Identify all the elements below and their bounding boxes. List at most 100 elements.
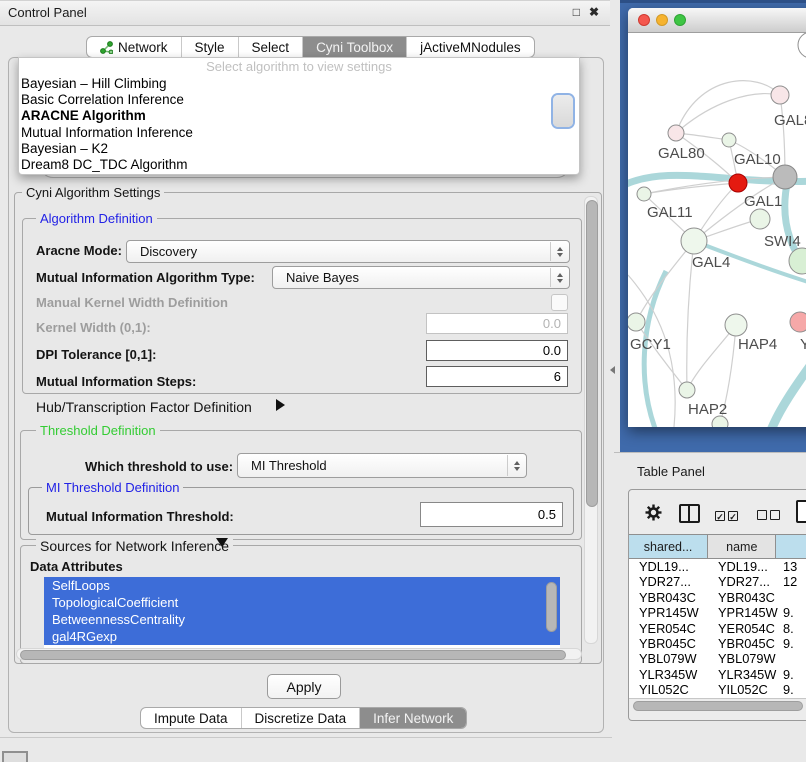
tab-style[interactable]: Style [181,37,238,57]
columns-icon[interactable] [679,504,700,523]
table-row[interactable]: YBR043CYBR043C [629,590,806,605]
tab-select[interactable]: Select [238,37,303,57]
node-gal11[interactable] [637,187,651,201]
table-cell: YIL052C [629,682,709,697]
column-header[interactable] [776,535,806,558]
table-row[interactable]: YBL079WYBL079W [629,651,806,666]
table-row[interactable]: YPR145WYPR145W9. [629,605,806,620]
algorithm-option[interactable]: Basic Correlation Inference [19,92,579,108]
node-labels: GAL8 GAL80 GAL10 GAL1 GAL11 GAL4 SWI4 GC… [630,112,806,418]
which-threshold-label: Which threshold to use: [85,459,233,474]
sources-collapse-icon[interactable] [216,538,228,547]
column-header[interactable]: shared... [629,535,708,558]
zoom-traffic-light-icon[interactable] [674,14,686,26]
tab-infer-network[interactable]: Infer Network [359,708,466,728]
control-panel-title: Control Panel [8,5,87,20]
node-label: HAP2 [688,401,727,418]
settings-vscrollbar-thumb[interactable] [586,200,598,507]
node-gal80[interactable] [668,125,684,141]
table-cell: 9. [778,667,806,682]
gear-icon[interactable] [645,504,662,521]
tab-label: Style [195,40,225,55]
table-cell: 8. [778,621,806,636]
node-gray[interactable] [773,165,797,189]
table-row[interactable]: YBR045CYBR045C9. [629,636,806,651]
algorithm-option[interactable]: Bayesian – Hill Climbing [19,76,579,92]
hub-definition-label[interactable]: Hub/Transcription Factor Definition [36,399,252,415]
which-threshold-combo[interactable]: MI Threshold [237,453,527,478]
minimize-traffic-light-icon[interactable] [656,14,668,26]
minimized-panel-icon[interactable] [2,751,28,762]
node-gcy1[interactable] [628,313,645,331]
table-cell: YDR27... [629,574,709,589]
aracne-mode-label: Aracne Mode: [36,243,122,258]
attribute-list-scrollbar[interactable] [546,582,557,632]
table-row[interactable]: YIL052CYIL052C9. [629,682,806,697]
apply-button[interactable]: Apply [267,674,341,699]
close-traffic-light-icon[interactable] [638,14,650,26]
network-canvas[interactable]: GAL8 GAL80 GAL10 GAL1 GAL11 GAL4 SWI4 GC… [628,33,806,427]
table-row[interactable]: YLR345WYLR345W9. [629,667,806,682]
attribute-item[interactable]: TopologicalCoefficient [44,594,560,611]
table-hscrollbar-track[interactable] [629,698,806,712]
algorithm-dropdown-list: Bayesian – Hill ClimbingBasic Correlatio… [19,76,579,173]
tab-cyni-toolbox[interactable]: Cyni Toolbox [302,37,406,57]
aracne-mode-combo[interactable]: Discovery [126,240,570,263]
table-row[interactable]: YDL19...YDL19...13 [629,559,806,574]
node-label: GAL8 [774,112,806,129]
table-box: ✓✓ shared... name YDL19...YDL19...13YDR2… [628,489,806,721]
bottom-tab-bar: Impute Data Discretize Data Infer Networ… [140,707,467,729]
node-gal10[interactable] [722,133,736,147]
node-hap2[interactable] [679,382,695,398]
table-cell: 9. [778,636,806,651]
float-window-icon[interactable]: □ [573,5,580,19]
node-gal1[interactable] [750,209,770,229]
table-row[interactable]: YER054CYER054C8. [629,621,806,636]
dpi-tolerance-field[interactable]: 0.0 [426,340,568,361]
control-panel-titlebar: Control Panel □ ✖ [0,0,610,26]
mi-threshold-field[interactable]: 0.5 [420,502,563,527]
attribute-item[interactable]: BetweennessCentrality [44,611,560,628]
hub-expand-icon[interactable] [276,399,285,411]
algorithm-option[interactable]: Dream8 DC_TDC Algorithm [19,157,579,173]
tab-discretize-data[interactable]: Discretize Data [241,708,360,728]
table-cell: YLR345W [709,667,778,682]
algorithm-option[interactable]: ARACNE Algorithm [19,108,579,124]
mi-type-combo[interactable]: Naive Bayes [272,266,570,289]
network-icon [100,41,113,54]
node-pink-right[interactable] [790,312,806,332]
table-row[interactable]: YDR27...YDR27...12 [629,574,806,589]
node-gal8[interactable] [771,86,789,104]
settings-hscrollbar-thumb[interactable] [20,650,566,660]
mi-steps-field[interactable]: 6 [426,366,568,387]
data-attributes-label: Data Attributes [30,559,123,574]
mi-threshold-label: Mutual Information Threshold: [46,509,234,524]
algorithm-option[interactable]: Mutual Information Inference [19,125,579,141]
table-toolbar: ✓✓ [629,490,806,534]
attribute-item[interactable]: SelfLoops [44,577,560,594]
splitter-handle-icon[interactable] [610,366,615,374]
attribute-item[interactable]: gal4RGexp [44,628,560,645]
table-cell: YDR27... [709,574,778,589]
manual-kernel-checkbox[interactable] [551,294,568,311]
tab-jactivemnodules[interactable]: jActiveMNodules [406,37,534,57]
algorithm-option[interactable]: Bayesian – K2 [19,141,579,157]
table-hscrollbar-thumb[interactable] [633,701,803,711]
node-hap4[interactable] [725,314,747,336]
node-label: GAL4 [692,254,730,271]
new-table-icon[interactable] [796,500,806,523]
node-gal4[interactable] [681,228,707,254]
node-partial[interactable] [798,33,806,58]
table-cell: YBL079W [709,651,778,666]
node-swi4[interactable] [789,248,806,274]
tab-label: jActiveMNodules [420,40,521,55]
deselect-all-checks-icon[interactable] [757,507,783,525]
tab-network[interactable]: Network [87,37,181,57]
column-header[interactable]: name [708,535,776,558]
select-all-checks-icon[interactable]: ✓✓ [715,507,741,525]
combo-value: Discovery [140,244,197,259]
node-red[interactable] [729,174,747,192]
kernel-width-field[interactable]: 0.0 [426,313,568,334]
close-window-icon[interactable]: ✖ [589,5,599,19]
tab-impute-data[interactable]: Impute Data [141,708,241,728]
